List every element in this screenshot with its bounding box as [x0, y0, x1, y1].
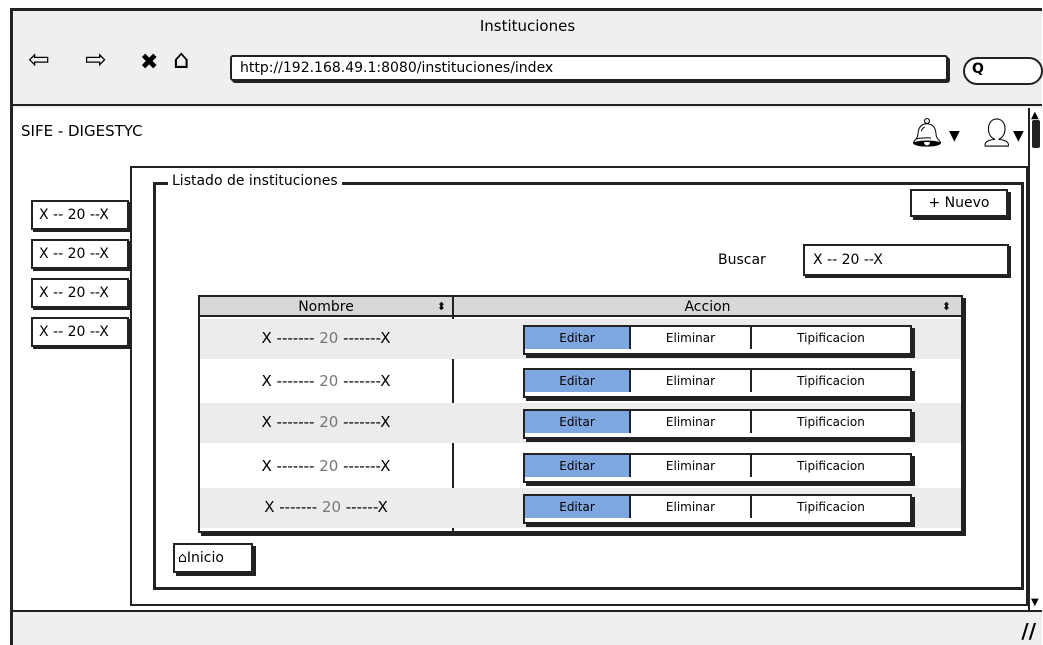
app-viewport: SIFE - DIGESTYC 🔔︎ ▼ 👤︎ ▼ X -- 20 --X X …	[13, 108, 1028, 610]
brand-title: SIFE - DIGESTYC	[21, 122, 143, 140]
search-icon: Q	[972, 61, 984, 77]
tipificacion-button[interactable]: Tipificacion	[752, 496, 910, 518]
back-arrow-icon[interactable]: ⇦	[28, 47, 50, 73]
vertical-scrollbar[interactable]: ▲ ▼	[1028, 108, 1043, 610]
cell-nombre: X ------- 20 -------X	[261, 457, 391, 475]
delete-button[interactable]: Eliminar	[631, 370, 752, 392]
new-button[interactable]: + Nuevo	[910, 189, 1008, 217]
scroll-thumb[interactable]	[1032, 120, 1040, 148]
action-group: Editar Eliminar Tipificacion	[523, 368, 912, 398]
column-header-label: Accion	[684, 299, 731, 315]
delete-button[interactable]: Eliminar	[631, 455, 752, 477]
action-group: Editar Eliminar Tipificacion	[523, 409, 912, 439]
delete-button[interactable]: Eliminar	[631, 496, 752, 518]
column-header-accion[interactable]: Accion ⬍	[454, 297, 961, 317]
home-button-label: Inicio	[186, 550, 224, 566]
sort-icon[interactable]: ⬍	[437, 297, 446, 317]
sidebar-item[interactable]: X -- 20 --X	[31, 317, 129, 347]
home-icon: ⌂	[178, 550, 187, 566]
bell-icon[interactable]: 🔔︎	[909, 116, 945, 149]
tipificacion-button[interactable]: Tipificacion	[752, 455, 910, 477]
edit-button[interactable]: Editar	[525, 411, 631, 433]
table-row: X ------- 20 -------X Editar Eliminar Ti…	[200, 403, 961, 443]
main-panel: Listado de instituciones + Nuevo Buscar …	[130, 166, 1028, 606]
edit-button[interactable]: Editar	[525, 327, 631, 349]
delete-button[interactable]: Eliminar	[631, 411, 752, 433]
fieldset-legend: Listado de instituciones	[168, 173, 342, 189]
search-input[interactable]: X -- 20 --X	[803, 244, 1009, 276]
url-bar[interactable]: http://192.168.49.1:8080/instituciones/i…	[230, 55, 948, 81]
column-header-label: Nombre	[298, 299, 354, 315]
toolbar-divider	[13, 104, 1042, 106]
user-icon[interactable]: 👤︎	[979, 116, 1015, 149]
forward-arrow-icon[interactable]: ⇨	[85, 47, 107, 73]
column-header-nombre[interactable]: Nombre ⬍	[200, 297, 452, 317]
resize-grip-icon[interactable]: //	[1021, 619, 1036, 643]
statusbar-divider	[13, 610, 1042, 612]
table-row: X ------- 20 ------X Editar Eliminar Tip…	[200, 488, 961, 528]
scroll-down-icon[interactable]: ▼	[1031, 597, 1039, 608]
chevron-down-icon[interactable]: ▼	[1013, 128, 1024, 144]
home-icon[interactable]: ⌂	[173, 47, 190, 73]
table-row: X ------- 20 -------X Editar Eliminar Ti…	[200, 447, 961, 487]
action-group: Editar Eliminar Tipificacion	[523, 325, 912, 355]
browser-search-field[interactable]: Q	[963, 57, 1043, 85]
tipificacion-button[interactable]: Tipificacion	[752, 411, 910, 433]
tipificacion-button[interactable]: Tipificacion	[752, 327, 910, 349]
instituciones-table: Nombre ⬍ Accion ⬍ X ------- 20 -------X …	[198, 295, 963, 533]
cell-nombre: X ------- 20 -------X	[261, 372, 391, 390]
cell-nombre: X ------- 20 -------X	[261, 329, 391, 347]
sort-icon[interactable]: ⬍	[942, 297, 951, 317]
action-group: Editar Eliminar Tipificacion	[523, 494, 912, 524]
sidebar-item[interactable]: X -- 20 --X	[31, 239, 129, 269]
edit-button[interactable]: Editar	[525, 455, 631, 477]
sidebar-item[interactable]: X -- 20 --X	[31, 278, 129, 308]
cell-nombre: X ------- 20 -------X	[261, 413, 391, 431]
table-row: X ------- 20 -------X Editar Eliminar Ti…	[200, 362, 961, 402]
instituciones-fieldset: Listado de instituciones + Nuevo Buscar …	[153, 173, 1024, 590]
window-title: Instituciones	[479, 17, 576, 35]
edit-button[interactable]: Editar	[525, 496, 631, 518]
chevron-down-icon[interactable]: ▼	[949, 128, 960, 144]
tipificacion-button[interactable]: Tipificacion	[752, 370, 910, 392]
cell-nombre: X ------- 20 ------X	[264, 498, 388, 516]
table-row: X ------- 20 -------X Editar Eliminar Ti…	[200, 319, 961, 359]
search-label: Buscar	[718, 252, 766, 268]
stop-icon[interactable]: ✖	[140, 50, 158, 76]
sidebar-item[interactable]: X -- 20 --X	[31, 200, 129, 230]
action-group: Editar Eliminar Tipificacion	[523, 453, 912, 483]
edit-button[interactable]: Editar	[525, 370, 631, 392]
delete-button[interactable]: Eliminar	[631, 327, 752, 349]
home-button[interactable]: ⌂Inicio	[173, 543, 253, 573]
browser-window: Instituciones ⇦ ⇨ ✖ ⌂ http://192.168.49.…	[10, 8, 1043, 645]
